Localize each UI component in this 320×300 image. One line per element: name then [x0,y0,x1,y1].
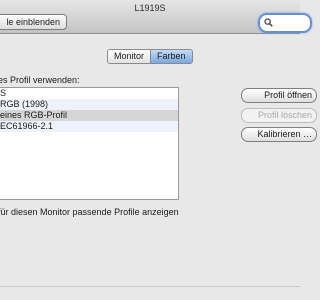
search-icon [264,18,273,27]
tab-monitor[interactable]: Monitor [108,50,151,63]
profile-list-item[interactable]: EC61966-2.1 [0,121,178,132]
profile-list-item[interactable]: RGB (1998) [0,99,178,110]
filter-matching-profiles-label[interactable]: für diesen Monitor passende Profile anze… [0,207,179,217]
open-profile-button[interactable]: Profil öffnen [241,88,317,103]
tab-colors[interactable]: Farben [150,50,192,63]
profile-list[interactable]: S RGB (1998) eines RGB-Profil EC61966-2.… [0,87,179,200]
delete-profile-button[interactable]: Profil löschen [241,108,317,123]
window-title: L1919S [134,3,166,13]
profile-section-label: es Profil verwenden: [0,75,80,85]
profile-list-item[interactable]: eines RGB-Profil [0,110,178,121]
show-all-button[interactable]: le einblenden [0,14,67,30]
calibrate-button[interactable]: Kalibrieren … [241,127,317,142]
window-toolbar: L1919S le einblenden [0,0,312,34]
tab-bar: Monitor Farben [107,49,193,64]
profile-list-item[interactable]: S [0,88,178,99]
search-field[interactable] [258,13,312,33]
bottom-divider [0,286,300,287]
